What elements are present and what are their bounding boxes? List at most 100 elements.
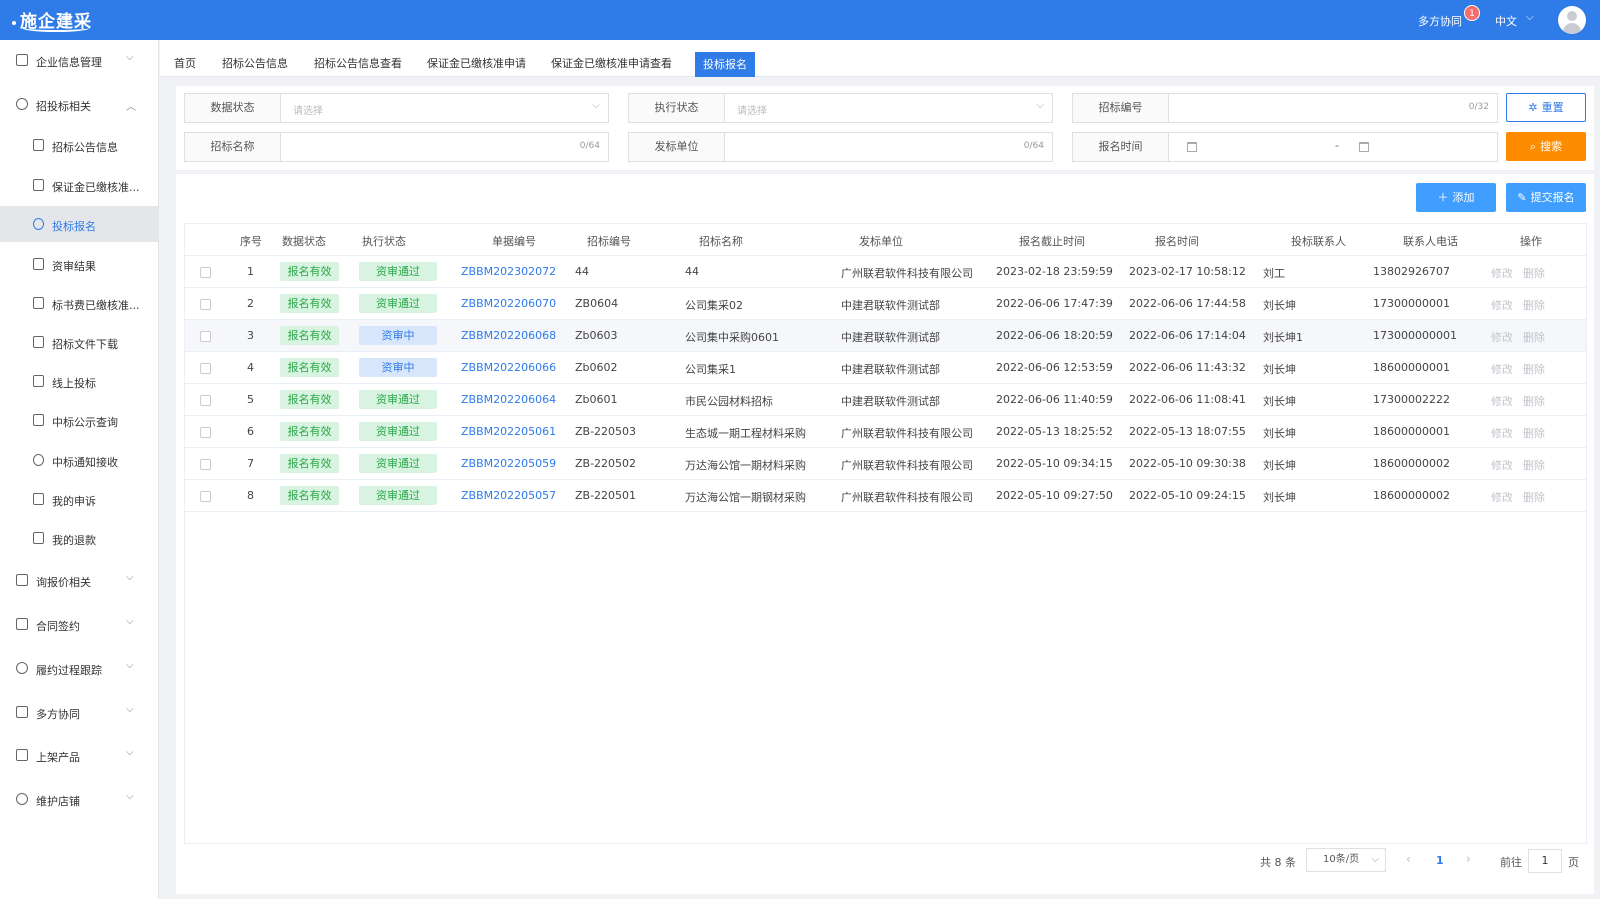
user-avatar[interactable] [1558, 6, 1586, 34]
sidebar-item-deposit-approval[interactable]: 保证金已缴核准... [0, 167, 159, 203]
search-button[interactable]: ⌕ 搜索 [1506, 132, 1586, 161]
bid-no-input[interactable]: 招标编号 0/32 [1072, 93, 1498, 123]
delete-button[interactable]: 删除 [1523, 297, 1545, 313]
bid-name-input[interactable]: 招标名称 0/64 [184, 132, 609, 162]
sidebar-group-collab[interactable]: 多方协同 ⌵ [0, 692, 159, 732]
edit-button[interactable]: 修改 [1491, 361, 1513, 377]
sidebar-item-my-refund[interactable]: 我的退款 [0, 520, 159, 556]
cell-bid-name: 万达海公馆一期材料采购 [685, 459, 806, 472]
delete-button[interactable]: 删除 [1523, 457, 1545, 473]
tab-bid-signup[interactable]: 投标报名 [695, 52, 755, 77]
sidebar-group-bidding[interactable]: 招投标相关 ︿ [0, 84, 159, 124]
page-size-select[interactable]: 10条/页 ⌵ [1306, 848, 1386, 872]
cell-deadline: 2022-05-10 09:34:15 [996, 457, 1113, 470]
sidebar-item-doc-download[interactable]: 招标文件下载 [0, 324, 159, 360]
cell-seq: 8 [247, 489, 254, 502]
edit-button[interactable]: 修改 [1491, 329, 1513, 345]
next-page-icon[interactable]: › [1466, 852, 1471, 866]
sidebar-group-tracking[interactable]: 履约过程跟踪 ⌵ [0, 648, 159, 688]
prev-page-icon[interactable]: ‹ [1406, 852, 1411, 866]
row-checkbox[interactable] [200, 363, 211, 374]
sidebar-item-award-query[interactable]: 中标公示查询 [0, 402, 159, 438]
cell-doc-no[interactable]: ZBBM202206068 [461, 329, 556, 342]
row-checkbox[interactable] [200, 331, 211, 342]
collab-link[interactable]: 多方协同 [1418, 13, 1462, 29]
chevron-down-icon: ⌵ [592, 100, 600, 111]
cell-doc-no[interactable]: ZBBM202206070 [461, 297, 556, 310]
delete-button[interactable]: 删除 [1523, 489, 1545, 505]
row-checkbox[interactable] [200, 459, 211, 470]
cell-doc-no[interactable]: ZBBM202206066 [461, 361, 556, 374]
tab-deposit-apply[interactable]: 保证金已缴核准申请 [419, 51, 534, 77]
tab-bid-notice-view[interactable]: 招标公告信息查看 [306, 51, 410, 77]
cell-seq: 5 [247, 393, 254, 406]
page-number[interactable]: 1 [1436, 854, 1444, 867]
reset-button[interactable]: ✲ 重置 [1506, 93, 1586, 122]
tab-bid-notice[interactable]: 招标公告信息 [214, 51, 296, 77]
edit-button[interactable]: 修改 [1491, 297, 1513, 313]
signup-time-range[interactable]: 报名时间 - [1072, 132, 1498, 162]
data-status-tag: 报名有效 [280, 390, 339, 409]
sidebar-item-my-appeal[interactable]: 我的申诉 [0, 481, 159, 517]
cell-doc-no[interactable]: ZBBM202205061 [461, 425, 556, 438]
column-header: 执行状态 [362, 235, 406, 248]
cell-bid-name: 公司集中采购0601 [685, 331, 779, 344]
exec-status-label: 执行状态 [629, 94, 725, 122]
language-selector[interactable]: 中文 [1495, 13, 1517, 29]
cell-doc-no[interactable]: ZBBM202205059 [461, 457, 556, 470]
delete-button[interactable]: 删除 [1523, 329, 1545, 345]
edit-button[interactable]: 修改 [1491, 393, 1513, 409]
delete-button[interactable]: 删除 [1523, 265, 1545, 281]
range-separator: - [1335, 139, 1339, 152]
sidebar-item-online-bid[interactable]: 线上投标 [0, 363, 159, 399]
edit-button[interactable]: 修改 [1491, 265, 1513, 281]
goto-page-input[interactable]: 1 [1528, 849, 1562, 873]
data-status-tag: 报名有效 [280, 454, 339, 473]
chevron-down-icon: ⌵ [1036, 100, 1044, 111]
data-status-select[interactable]: 数据状态 请选择 ⌵ [184, 93, 609, 123]
cell-doc-no[interactable]: ZBBM202205057 [461, 489, 556, 502]
sidebar-item-fee-approval[interactable]: 标书费已缴核准... [0, 285, 159, 321]
column-header: 数据状态 [282, 235, 326, 248]
sidebar-item-label: 保证金已缴核准... [52, 181, 140, 194]
exec-status-select[interactable]: 执行状态 请选择 ⌵ [628, 93, 1053, 123]
issuer-input[interactable]: 发标单位 0/64 [628, 132, 1053, 162]
sidebar-item-bid-signup[interactable]: 投标报名 [0, 206, 159, 242]
sidebar-group-products[interactable]: 上架产品 ⌵ [0, 735, 159, 775]
sidebar-item-label: 投标报名 [52, 220, 96, 233]
tab-deposit-apply-view[interactable]: 保证金已缴核准申请查看 [543, 51, 680, 77]
delete-button[interactable]: 删除 [1523, 361, 1545, 377]
sidebar-item-qualification-result[interactable]: 资审结果 [0, 246, 159, 282]
column-header: 发标单位 [859, 235, 903, 248]
submit-signup-button[interactable]: ✎ 提交报名 [1506, 183, 1586, 212]
delete-button[interactable]: 删除 [1523, 393, 1545, 409]
sidebar-group-enterprise[interactable]: 企业信息管理 ⌵ [0, 40, 159, 80]
edit-button[interactable]: 修改 [1491, 425, 1513, 441]
page-size-value: 10条/页 [1323, 854, 1360, 865]
cell-contact: 刘长坤 [1263, 395, 1296, 408]
sidebar-item-bid-notice[interactable]: 招标公告信息 [0, 127, 159, 163]
exec-status-tag: 资审通过 [359, 486, 437, 505]
row-checkbox[interactable] [200, 267, 211, 278]
tab-home[interactable]: 首页 [166, 51, 204, 77]
sidebar-item-award-notice[interactable]: 中标通知接收 [0, 442, 159, 478]
data-status-tag: 报名有效 [280, 358, 339, 377]
edit-button[interactable]: 修改 [1491, 457, 1513, 473]
chevron-down-icon[interactable]: ⌵ [1526, 12, 1534, 23]
cell-doc-no[interactable]: ZBBM202302072 [461, 265, 556, 278]
sidebar-group-contract[interactable]: 合同签约 ⌵ [0, 604, 159, 644]
column-header: 招标编号 [587, 235, 631, 248]
cell-bid-no: ZB-220502 [575, 457, 637, 470]
row-checkbox[interactable] [200, 491, 211, 502]
top-header: 施企建采 多方协同 1 中文 ⌵ [0, 0, 1600, 40]
cell-doc-no[interactable]: ZBBM202206064 [461, 393, 556, 406]
row-checkbox[interactable] [200, 395, 211, 406]
edit-button[interactable]: 修改 [1491, 489, 1513, 505]
add-button[interactable]: ＋添加 [1416, 183, 1496, 212]
row-checkbox[interactable] [200, 299, 211, 310]
sidebar-group-shop[interactable]: 维护店铺 ⌵ [0, 779, 159, 819]
sidebar-group-inquiry[interactable]: 询报价相关 ⌵ [0, 560, 159, 600]
signup-table: 序号 数据状态 执行状态 单据编号 招标编号 招标名称 发标单位 报名截止时间 … [184, 223, 1587, 844]
row-checkbox[interactable] [200, 427, 211, 438]
delete-button[interactable]: 删除 [1523, 425, 1545, 441]
